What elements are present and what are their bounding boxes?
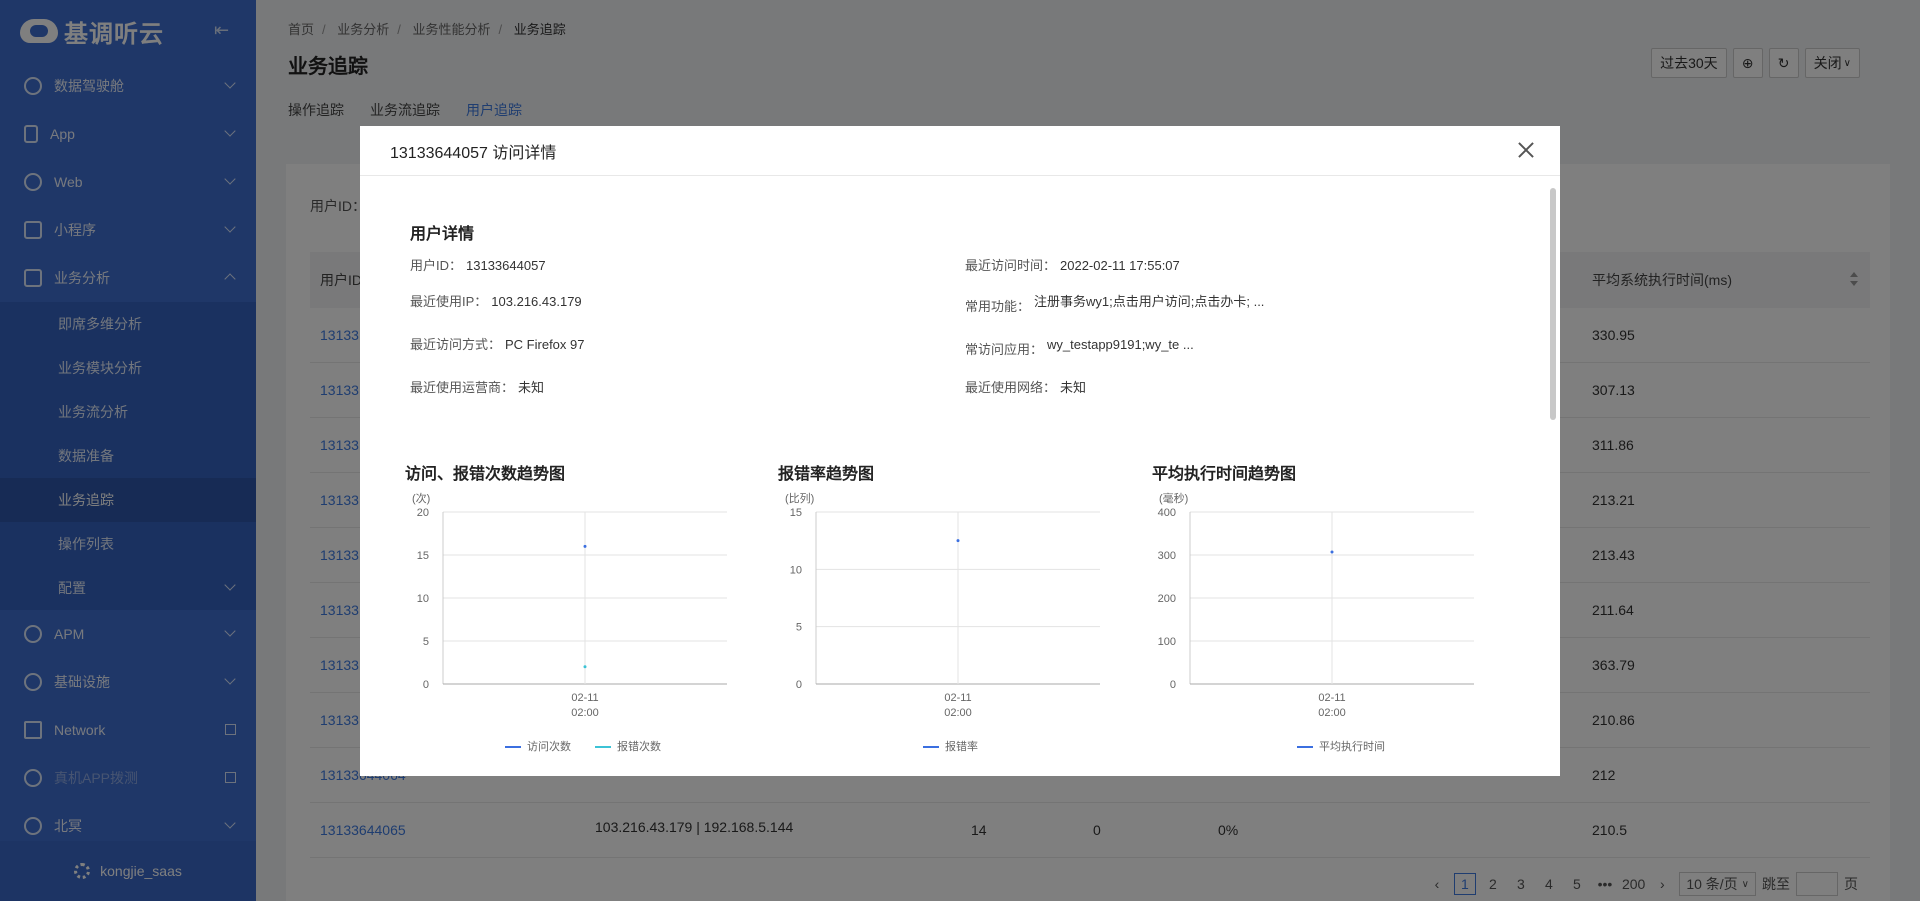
modal-scrollbar[interactable] <box>1550 188 1556 420</box>
y-tick-label: 5 <box>423 636 429 648</box>
y-unit-label: (毫秒) <box>1159 491 1188 505</box>
x-tick-label: 02-11 <box>1318 692 1345 704</box>
close-icon[interactable] <box>1516 140 1536 160</box>
section-title-user-detail: 用户详情 <box>410 226 475 243</box>
y-tick-label: 15 <box>417 550 429 562</box>
x-tick-label: 02:00 <box>571 707 599 719</box>
y-tick-label: 10 <box>417 593 429 605</box>
field-user-id: 用户ID： 13133644057 <box>410 258 546 273</box>
field-common-apps: 常访问应用： wy_testapp9191;wy_te ... <box>965 337 1194 357</box>
modal-title: 13133644057 访问详情 <box>390 144 557 162</box>
y-unit-label: (比列) <box>785 491 814 505</box>
chart-title-error-rate: 报错率趋势图 <box>778 466 875 483</box>
data-point <box>1330 550 1334 554</box>
legend-label: 报错次数 <box>617 739 661 753</box>
chart-visits-errors: (次) 0 5 10 15 20 02-11 02:00 访问次数 报错次数 <box>412 491 727 753</box>
y-unit-label: (次) <box>412 491 430 505</box>
y-tick-label: 15 <box>790 507 802 519</box>
visit-detail-modal: 13133644057 访问详情 用户详情 用户ID： 13133644057 最… <box>360 126 1560 776</box>
y-tick-label: 0 <box>1170 679 1176 691</box>
data-point <box>583 544 587 548</box>
y-tick-label: 100 <box>1158 636 1176 648</box>
y-tick-label: 0 <box>423 679 429 691</box>
field-last-ip: 最近使用IP： 103.216.43.179 <box>410 294 582 309</box>
y-tick-label: 400 <box>1158 507 1176 519</box>
x-tick-label: 02-11 <box>571 692 598 704</box>
y-tick-label: 0 <box>796 679 802 691</box>
modal-header: 13133644057 访问详情 <box>360 126 1560 176</box>
x-tick-label: 02-11 <box>944 692 971 704</box>
chart-title-avg-time: 平均执行时间趋势图 <box>1152 466 1297 483</box>
chart-avg-time: (毫秒) 0 100 200 300 400 02-11 02:00 平均执行时间 <box>1158 491 1474 753</box>
field-last-isp: 最近使用运营商： 未知 <box>410 380 545 395</box>
field-common-functions: 常用功能： 注册事务wy1;点击用户访问;点击办卡; ... <box>965 294 1265 314</box>
legend-label: 报错率 <box>945 739 978 753</box>
chart-title-visits-errors: 访问、报错次数趋势图 <box>405 466 566 483</box>
data-point <box>583 665 587 669</box>
legend-label: 访问次数 <box>527 739 571 753</box>
data-point <box>956 539 960 543</box>
field-last-visit-time: 最近访问时间： 2022-02-11 17:55:07 <box>965 258 1180 273</box>
x-tick-label: 02:00 <box>1318 707 1346 719</box>
field-last-network: 最近使用网络： 未知 <box>965 380 1087 395</box>
y-tick-label: 5 <box>796 622 802 634</box>
y-tick-label: 20 <box>417 507 429 519</box>
y-tick-label: 10 <box>790 564 802 576</box>
field-last-access-mode: 最近访问方式： PC Firefox 97 <box>410 337 585 352</box>
y-tick-label: 200 <box>1158 593 1176 605</box>
x-tick-label: 02:00 <box>944 707 972 719</box>
chart-error-rate: (比列) 0 5 10 15 02-11 02:00 报错率 <box>785 491 1100 753</box>
legend-label: 平均执行时间 <box>1319 739 1385 753</box>
y-tick-label: 300 <box>1158 550 1176 562</box>
